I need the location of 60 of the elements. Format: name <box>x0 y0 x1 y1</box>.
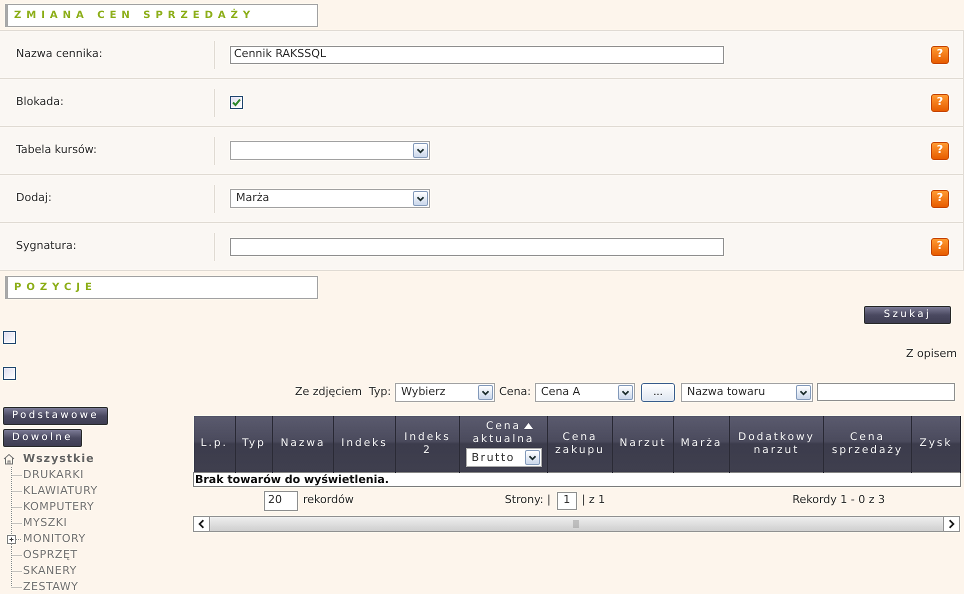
column-header[interactable]: Indeks <box>334 416 396 472</box>
column-header[interactable]: Cena aktualna Brutto <box>460 416 548 472</box>
tree-item[interactable]: MONITORY <box>23 530 86 548</box>
category-button[interactable]: Dowolne <box>3 429 82 447</box>
horizontal-scrollbar[interactable] <box>193 516 960 532</box>
pages-label: Strony: | <box>504 492 551 508</box>
page-size-field[interactable]: 20 <box>264 490 298 510</box>
section-title: POZYCJE <box>5 276 318 299</box>
column-header[interactable]: Nazwa <box>272 416 334 472</box>
column-header[interactable]: Cena sprzedaży <box>824 416 912 472</box>
search-field[interactable] <box>817 383 955 401</box>
field-label: Sygnatura: <box>15 238 78 254</box>
tree-item[interactable]: MYSZKI <box>23 514 68 532</box>
field-label: Nazwa cennika: <box>15 46 104 62</box>
more-button[interactable]: ... <box>641 382 675 402</box>
column-header[interactable]: L.p. <box>194 416 236 472</box>
page-size-label: rekordów <box>303 492 354 508</box>
checkbox[interactable] <box>3 367 16 380</box>
records-count: Rekordy 1 - 0 z 3 <box>792 492 885 508</box>
column-header[interactable]: Cena zakupu <box>548 416 612 472</box>
expand-icon[interactable] <box>7 531 23 547</box>
column-header[interactable]: Zysk <box>912 416 960 472</box>
column-header[interactable]: Indeks 2 <box>396 416 460 472</box>
input-field[interactable] <box>230 238 724 256</box>
field-label: Dodaj: <box>15 190 53 206</box>
filter-label: Cena: <box>499 384 531 400</box>
home-icon <box>3 453 15 465</box>
checkbox[interactable] <box>3 331 16 344</box>
field-dropdown[interactable]: Nazwa towaru <box>681 382 813 402</box>
category-button[interactable]: Podstawowe <box>3 407 108 425</box>
tree-item[interactable]: KLAWIATURY <box>23 482 98 500</box>
price-type-dropdown[interactable]: Brutto <box>466 448 542 468</box>
column-header[interactable]: Marża <box>674 416 730 472</box>
page-field[interactable]: 1 <box>556 492 577 510</box>
page-total: | z 1 <box>582 492 606 508</box>
column-header[interactable]: Narzut <box>612 416 674 472</box>
option-label: Ze zdjęciem <box>294 384 362 400</box>
scroll-left-icon[interactable] <box>194 516 210 530</box>
search-button[interactable]: Szukaj <box>864 306 951 324</box>
checkbox[interactable] <box>230 96 243 109</box>
tree-item[interactable]: SKANERY <box>23 562 77 580</box>
section-title: ZMIANA CEN SPRZEDAŻY <box>5 4 318 27</box>
column-header[interactable]: Typ <box>236 416 272 472</box>
tree-item[interactable]: KOMPUTERY <box>23 498 94 516</box>
tree-item[interactable]: OSPRZĘT <box>23 546 78 564</box>
filter-label: Typ: <box>368 384 392 400</box>
tree-item[interactable]: Wszystkie <box>23 450 95 468</box>
input-field[interactable]: Cennik RAKSSQL <box>230 46 724 64</box>
scroll-grip-icon <box>573 520 580 528</box>
tree-item[interactable]: DRUKARKI <box>23 466 84 484</box>
scroll-right-icon[interactable] <box>943 516 959 530</box>
column-header[interactable]: Dodatkowy narzut <box>730 416 824 472</box>
dropdown[interactable]: Marża <box>230 189 430 208</box>
type-dropdown[interactable]: Wybierz <box>395 382 496 402</box>
price-dropdown[interactable]: Cena A <box>535 382 635 402</box>
field-label: Tabela kursów: <box>15 142 98 158</box>
option-label: Z opisem <box>906 346 957 362</box>
tree-item[interactable]: ZESTAWY <box>23 578 78 594</box>
empty-message: Brak towarów do wyświetlenia. <box>194 472 960 486</box>
field-label: Blokada: <box>15 94 65 110</box>
